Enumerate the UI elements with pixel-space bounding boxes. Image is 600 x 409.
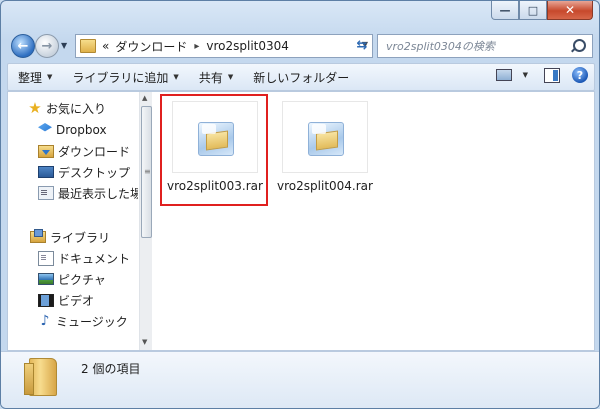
back-arrow-icon: ← <box>17 38 29 54</box>
chevron-down-icon: ▼ <box>47 73 53 81</box>
back-button[interactable]: ← <box>11 34 35 58</box>
star-icon: ★ <box>28 99 42 117</box>
add-to-library-menu[interactable]: ライブラリに追加 ▼ <box>62 69 188 86</box>
dropbox-icon <box>38 123 52 132</box>
scrollbar-thumb[interactable]: ≡ <box>141 106 152 238</box>
view-controls: ▼ ? <box>495 67 588 83</box>
share-menu[interactable]: 共有 ▼ <box>189 69 243 86</box>
forward-arrow-icon: → <box>41 38 53 54</box>
sidebar-item-pictures[interactable]: ピクチャ <box>8 269 138 289</box>
maximize-icon: □ <box>527 3 539 17</box>
sidebar-item-label: ピクチャ <box>58 272 106 287</box>
folder-icon <box>80 39 96 53</box>
preview-pane-icon[interactable] <box>544 67 560 83</box>
item-count-status: 2 個の項目 <box>81 362 141 376</box>
file-name: vro2split004.rar <box>277 179 373 193</box>
recent-places-icon <box>38 186 54 200</box>
file-thumbnail <box>282 101 368 173</box>
sidebar-item-label: 最近表示した場所 <box>58 186 138 201</box>
sidebar-item-label: Dropbox <box>56 123 107 137</box>
breadcrumb-current-folder[interactable]: vro2split0304 <box>206 39 289 53</box>
sidebar-item-music[interactable]: ♪ ミュージック <box>8 311 138 331</box>
recent-pages-dropdown-icon[interactable]: ▼ <box>61 41 67 50</box>
sidebar-item-documents[interactable]: ドキュメント <box>8 248 138 268</box>
address-row: ← → ▼ « ダウンロード ▸ vro2split0304 ▼ ⇆ <box>7 31 593 61</box>
breadcrumb-downloads[interactable]: ダウンロード <box>115 38 187 55</box>
add-to-library-label: ライブラリに追加 <box>72 70 169 85</box>
sidebar-item-label: ミュージック <box>56 314 128 329</box>
organize-menu[interactable]: 整理 ▼ <box>8 69 62 86</box>
sidebar-item-recent-places[interactable]: 最近表示した場所 <box>8 183 138 203</box>
address-overflow[interactable]: « <box>102 39 109 53</box>
sidebar-item-label: デスクトップ <box>58 165 131 180</box>
sidebar-item-dropbox[interactable]: Dropbox <box>8 120 138 140</box>
sidebar-item-favorites[interactable]: ★ お気に入り <box>8 98 138 118</box>
rar-archive-icon <box>304 116 346 158</box>
chevron-down-icon: ▼ <box>173 73 179 81</box>
file-thumbnail <box>172 101 258 173</box>
view-options-dropdown-icon[interactable]: ▼ <box>523 71 528 79</box>
command-bar: 整理 ▼ ライブラリに追加 ▼ 共有 ▼ 新しいフォルダー ▼ ? <box>7 63 595 91</box>
new-folder-label: 新しいフォルダー <box>253 70 350 85</box>
music-icon: ♪ <box>40 313 50 329</box>
explorer-window: — □ ✕ ← → ▼ « ダウンロード ▸ vro2split0304 ▼ ⇆… <box>0 0 600 409</box>
file-name: vro2split003.rar <box>167 179 263 193</box>
sidebar-item-label: ライブラリ <box>50 230 111 245</box>
sidebar-item-label: ビデオ <box>58 293 95 308</box>
scroll-grip-icon: ≡ <box>144 167 151 176</box>
rar-archive-icon <box>194 116 236 158</box>
help-icon[interactable]: ? <box>572 67 588 83</box>
navigation-pane: ★ お気に入り Dropbox ダウンロード デスクトップ 最近表示した場所 <box>8 92 138 350</box>
sidebar-item-label: お気に入り <box>46 101 107 116</box>
change-view-icon[interactable] <box>495 69 512 81</box>
refresh-button[interactable]: ⇆ <box>350 34 374 56</box>
videos-icon <box>38 293 54 307</box>
organize-label: 整理 <box>18 70 43 85</box>
sidebar-item-downloads[interactable]: ダウンロード <box>8 141 138 161</box>
folder-icon <box>24 358 57 396</box>
sidebar-item-videos[interactable]: ビデオ <box>8 290 138 310</box>
refresh-icon: ⇆ <box>356 37 368 53</box>
close-button[interactable]: ✕ <box>547 1 593 20</box>
forward-button[interactable]: → <box>35 34 59 58</box>
details-pane: 2 個の項目 <box>1 351 599 408</box>
search-icon[interactable] <box>573 39 586 52</box>
content-panes: ★ お気に入り Dropbox ダウンロード デスクトップ 最近表示した場所 <box>7 91 595 351</box>
file-list: vro2split003.rar vro2split004.rar <box>154 92 594 350</box>
maximize-button[interactable]: □ <box>519 1 547 20</box>
navigation-scrollbar[interactable]: ▲ ≡ ▼ <box>139 92 152 350</box>
share-label: 共有 <box>198 70 223 85</box>
sidebar-item-label: ドキュメント <box>58 251 131 266</box>
sidebar-item-desktop[interactable]: デスクトップ <box>8 162 138 182</box>
close-icon: ✕ <box>564 2 576 17</box>
breadcrumb-separator-icon[interactable]: ▸ <box>194 41 199 52</box>
search-input[interactable] <box>384 38 574 54</box>
desktop-icon <box>38 166 54 178</box>
sidebar-item-label: ダウンロード <box>58 144 131 159</box>
file-item[interactable]: vro2split003.rar <box>160 94 268 206</box>
search-box <box>377 34 593 58</box>
documents-icon <box>38 250 54 266</box>
new-folder-button[interactable]: 新しいフォルダー <box>243 69 359 86</box>
scroll-up-icon[interactable]: ▲ <box>142 94 147 102</box>
sidebar-item-libraries[interactable]: ライブラリ <box>8 227 138 247</box>
chevron-down-icon: ▼ <box>227 73 234 81</box>
address-bar[interactable]: « ダウンロード ▸ vro2split0304 ▼ <box>75 34 373 58</box>
library-icon <box>30 229 46 243</box>
minimize-button[interactable]: — <box>491 1 519 20</box>
pictures-icon <box>38 273 54 285</box>
scroll-down-icon[interactable]: ▼ <box>142 338 147 346</box>
file-item[interactable]: vro2split004.rar <box>276 98 374 202</box>
caption-buttons: — □ ✕ <box>491 1 593 20</box>
download-folder-icon <box>38 144 54 158</box>
minimize-icon: — <box>499 3 511 17</box>
